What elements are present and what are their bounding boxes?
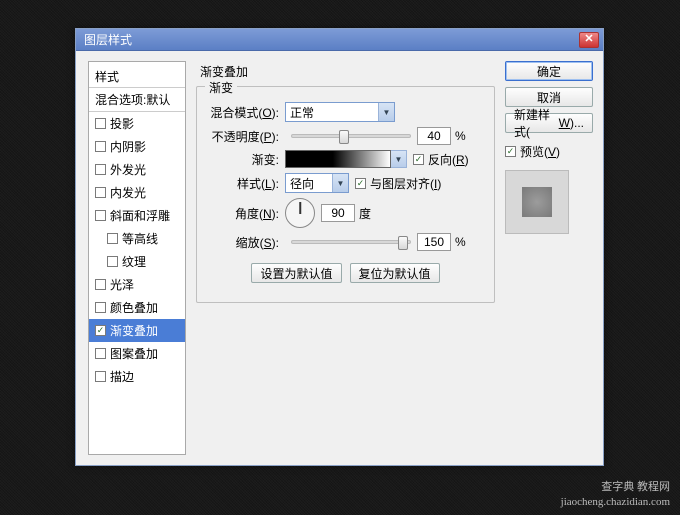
- blend-mode-label: 混合模式(O):: [209, 104, 285, 121]
- styles-item-6[interactable]: 纹理: [89, 250, 185, 273]
- dialog-title: 图层样式: [84, 31, 579, 48]
- gradient-swatch[interactable]: ▼: [285, 150, 391, 168]
- angle-unit: 度: [359, 205, 371, 222]
- blend-mode-value: 正常: [290, 104, 314, 121]
- fieldset-legend: 渐变: [205, 79, 237, 96]
- align-label: 与图层对齐(I): [370, 175, 441, 192]
- styles-item-9[interactable]: 渐变叠加: [89, 319, 185, 342]
- style-combo[interactable]: 径向 ▼: [285, 173, 349, 193]
- preview-label: 预览(V): [520, 143, 560, 160]
- ok-button[interactable]: 确定: [505, 61, 593, 81]
- scale-slider[interactable]: [291, 240, 411, 244]
- styles-item-label: 等高线: [122, 230, 158, 247]
- align-checkbox[interactable]: [355, 178, 366, 189]
- styles-item-checkbox[interactable]: [95, 325, 106, 336]
- styles-item-2[interactable]: 外发光: [89, 158, 185, 181]
- gradient-overlay-panel: 渐变叠加 渐变 混合模式(O): 正常 ▼ 不透明度(P):: [196, 61, 495, 455]
- styles-item-checkbox[interactable]: [107, 256, 118, 267]
- blend-mode-combo[interactable]: 正常 ▼: [285, 102, 395, 122]
- chevron-down-icon: ▼: [378, 103, 394, 121]
- close-button[interactable]: ✕: [579, 32, 599, 48]
- styles-item-checkbox[interactable]: [107, 233, 118, 244]
- styles-item-checkbox[interactable]: [95, 118, 106, 129]
- preview-checkbox[interactable]: [505, 146, 516, 157]
- panel-title: 渐变叠加: [196, 61, 495, 86]
- opacity-slider[interactable]: [291, 134, 411, 138]
- style-value: 径向: [290, 175, 314, 192]
- styles-item-10[interactable]: 图案叠加: [89, 342, 185, 365]
- styles-item-5[interactable]: 等高线: [89, 227, 185, 250]
- blend-options-header[interactable]: 混合选项:默认: [89, 88, 185, 112]
- preview-inner: [522, 187, 552, 217]
- gradient-fieldset: 渐变 混合模式(O): 正常 ▼ 不透明度(P):: [196, 86, 495, 303]
- styles-item-3[interactable]: 内发光: [89, 181, 185, 204]
- styles-item-checkbox[interactable]: [95, 348, 106, 359]
- styles-item-checkbox[interactable]: [95, 302, 106, 313]
- styles-item-11[interactable]: 描边: [89, 365, 185, 388]
- make-default-button[interactable]: 设置为默认值: [251, 263, 341, 283]
- opacity-input[interactable]: [417, 127, 451, 145]
- styles-item-label: 渐变叠加: [110, 322, 158, 339]
- angle-dial[interactable]: [285, 198, 315, 228]
- styles-item-label: 投影: [110, 115, 134, 132]
- styles-item-label: 斜面和浮雕: [110, 207, 170, 224]
- styles-item-label: 颜色叠加: [110, 299, 158, 316]
- preview-thumbnail: [505, 170, 569, 234]
- styles-item-4[interactable]: 斜面和浮雕: [89, 204, 185, 227]
- styles-item-label: 图案叠加: [110, 345, 158, 362]
- opacity-label: 不透明度(P):: [209, 128, 285, 145]
- styles-item-7[interactable]: 光泽: [89, 273, 185, 296]
- styles-item-checkbox[interactable]: [95, 141, 106, 152]
- styles-header[interactable]: 样式: [89, 66, 185, 88]
- styles-item-label: 内发光: [110, 184, 146, 201]
- styles-item-label: 内阴影: [110, 138, 146, 155]
- styles-item-0[interactable]: 投影: [89, 112, 185, 135]
- new-style-button[interactable]: 新建样式(W)...: [505, 113, 593, 133]
- styles-item-checkbox[interactable]: [95, 210, 106, 221]
- reset-default-button[interactable]: 复位为默认值: [350, 263, 440, 283]
- styles-item-label: 光泽: [110, 276, 134, 293]
- styles-list: 样式 混合选项:默认 投影内阴影外发光内发光斜面和浮雕等高线纹理光泽颜色叠加渐变…: [88, 61, 186, 455]
- scale-unit: %: [455, 235, 466, 249]
- gradient-label: 渐变:: [209, 151, 285, 168]
- styles-item-label: 外发光: [110, 161, 146, 178]
- reverse-checkbox[interactable]: [413, 154, 424, 165]
- styles-item-label: 描边: [110, 368, 134, 385]
- styles-item-checkbox[interactable]: [95, 371, 106, 382]
- style-label: 样式(L):: [209, 175, 285, 192]
- cancel-button[interactable]: 取消: [505, 87, 593, 107]
- opacity-unit: %: [455, 129, 466, 143]
- reverse-label: 反向(R): [428, 151, 469, 168]
- styles-item-1[interactable]: 内阴影: [89, 135, 185, 158]
- scale-slider-thumb[interactable]: [398, 236, 408, 250]
- styles-item-checkbox[interactable]: [95, 187, 106, 198]
- chevron-down-icon: ▼: [332, 174, 348, 192]
- chevron-down-icon[interactable]: ▼: [391, 150, 407, 168]
- action-column: 确定 取消 新建样式(W)... 预览(V): [505, 61, 593, 455]
- styles-item-8[interactable]: 颜色叠加: [89, 296, 185, 319]
- angle-label: 角度(N):: [209, 205, 285, 222]
- angle-input[interactable]: [321, 204, 355, 222]
- titlebar[interactable]: 图层样式 ✕: [76, 29, 603, 51]
- styles-item-checkbox[interactable]: [95, 279, 106, 290]
- layer-style-dialog: 图层样式 ✕ 样式 混合选项:默认 投影内阴影外发光内发光斜面和浮雕等高线纹理光…: [75, 28, 604, 466]
- styles-item-checkbox[interactable]: [95, 164, 106, 175]
- opacity-slider-thumb[interactable]: [339, 130, 349, 144]
- styles-item-label: 纹理: [122, 253, 146, 270]
- scale-label: 缩放(S):: [209, 234, 285, 251]
- scale-input[interactable]: [417, 233, 451, 251]
